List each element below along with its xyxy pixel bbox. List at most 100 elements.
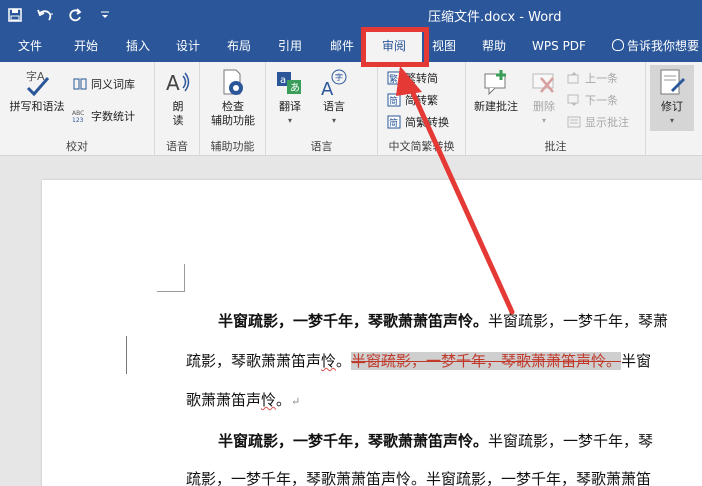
language-dropdown-icon: ▾	[331, 116, 336, 125]
previous-comment-button[interactable]: 上一条	[566, 70, 618, 86]
track-changes-label: 修订	[661, 100, 683, 113]
check-accessibility-button[interactable]: 检查 辅助功能	[203, 68, 263, 128]
ribbon-review: 字A 拼写和语法 同义词库 ABC 123 字数统计 校对 A 朗 读 语音 检…	[0, 62, 702, 156]
svg-text:简: 简	[389, 95, 398, 107]
group-label-accessibility: 辅助功能	[210, 140, 255, 153]
chinese-conversion-button[interactable]: 简 简繁转换	[386, 114, 449, 130]
paragraph-mark-icon: ↵	[291, 395, 301, 408]
tab-file[interactable]: 文件	[8, 30, 52, 62]
tab-mailings[interactable]: 邮件	[318, 30, 366, 62]
group-accessibility: 检查 辅助功能 辅助功能	[200, 62, 266, 156]
to-traditional-label: 简转繁	[405, 94, 438, 107]
new-comment-button[interactable]: 新建批注	[468, 68, 524, 114]
read-aloud-label-2: 读	[172, 114, 184, 127]
tab-home[interactable]: 开始	[62, 30, 110, 62]
show-comments-button[interactable]: 显示批注	[566, 114, 629, 130]
new-comment-icon	[481, 68, 511, 98]
group-speech: A 朗 读 语音	[155, 62, 200, 156]
track-changes-button[interactable]: 修订 ▾	[650, 65, 694, 131]
normal-text: 疏影，琴歌萧萧笛声	[186, 352, 322, 370]
normal-text: 半窗	[621, 352, 652, 370]
read-aloud-button[interactable]: A 朗 读	[159, 68, 197, 128]
text-line-4[interactable]: 半窗疏影，一梦千年，琴歌萧萧笛声怜。半窗疏影，一梦千年，琴	[218, 430, 653, 451]
traditional-to-simplified-button[interactable]: 繁 繁转简	[386, 70, 438, 86]
tab-wps-pdf[interactable]: WPS PDF	[524, 30, 594, 62]
normal-text: 歌萧萧笛声	[186, 391, 262, 409]
svg-text:a: a	[280, 75, 286, 86]
svg-text:ABC: ABC	[72, 110, 84, 117]
svg-text:字: 字	[335, 72, 343, 82]
simplified-to-traditional-button[interactable]: 简 简转繁	[386, 92, 438, 108]
language-icon: 字A	[319, 68, 349, 98]
word-count-icon: ABC 123	[72, 109, 88, 123]
tell-me-text: 告诉我你想要	[627, 39, 700, 53]
check-label-2: 辅助功能	[211, 114, 255, 127]
redo-icon[interactable]	[60, 0, 90, 30]
read-aloud-icon: A	[163, 68, 193, 98]
word-count-button[interactable]: ABC 123 字数统计	[72, 108, 135, 124]
save-icon[interactable]	[0, 0, 30, 30]
misspelled-text: 怜	[321, 352, 337, 370]
spelling-label: 拼写和语法	[9, 100, 65, 113]
normal-text: 半窗疏影，一梦千年，琴萧	[488, 312, 669, 330]
group-comments: 新建批注 删除 ▾ 上一条 下一条 显示批注 批注	[466, 62, 646, 156]
language-button[interactable]: 字A 语言 ▾	[314, 68, 354, 128]
normal-text: 半窗疏影，一梦千年，琴	[488, 432, 654, 450]
next-icon	[566, 93, 582, 107]
ribbon-tabs: 文件 开始 插入 设计 布局 引用 邮件 审阅 视图 帮助 WPS PDF 告诉…	[0, 30, 702, 62]
svg-text:A: A	[321, 79, 334, 98]
spelling-check-icon: 字A	[22, 68, 52, 98]
previous-label: 上一条	[585, 72, 618, 85]
tab-layout[interactable]: 布局	[215, 30, 263, 62]
to-simplified-label: 繁转简	[405, 72, 438, 85]
group-label-chinese-conversion: 中文简繁转换	[388, 140, 455, 153]
bold-text: 半窗疏影，一梦千年，琴歌萧萧笛声怜。	[218, 312, 489, 330]
customize-icon[interactable]	[90, 0, 120, 30]
window-title: 压缩文件.docx - Word	[428, 10, 562, 25]
normal-text: 疏影，一梦千年，琴歌萧萧笛声怜。半窗疏影，一梦千年，琴歌萧萧笛	[186, 470, 652, 486]
normal-text: 。	[336, 352, 352, 370]
tab-view[interactable]: 视图	[420, 30, 468, 62]
previous-icon	[566, 71, 582, 85]
tab-references[interactable]: 引用	[266, 30, 314, 62]
text-line-5[interactable]: 疏影，一梦千年，琴歌萧萧笛声怜。半窗疏影，一梦千年，琴歌萧萧笛	[186, 468, 651, 486]
read-aloud-label-1: 朗	[172, 100, 184, 113]
title-bar: 压缩文件.docx - Word	[0, 0, 702, 30]
translate-icon: aあ	[275, 68, 305, 98]
delete-comment-button[interactable]: 删除 ▾	[524, 68, 564, 128]
check-label-1: 检查	[222, 100, 244, 113]
tell-me-box[interactable]: 告诉我你想要	[612, 30, 699, 62]
svg-text:字A: 字A	[26, 69, 45, 83]
translate-button[interactable]: aあ 翻译 ▾	[270, 68, 310, 128]
svg-text:简: 简	[389, 117, 398, 129]
margin-corner-mark	[157, 264, 185, 292]
delete-label: 删除	[533, 100, 555, 113]
normal-text: 。	[276, 391, 292, 409]
translate-dropdown-icon: ▾	[287, 116, 292, 125]
group-language: aあ 翻译 ▾ 字A 语言 ▾ 语言	[266, 62, 378, 156]
svg-text:あ: あ	[290, 82, 300, 94]
language-label: 语言	[323, 100, 345, 113]
tab-help[interactable]: 帮助	[470, 30, 518, 62]
show-comments-label: 显示批注	[585, 116, 629, 129]
text-line-2[interactable]: 疏影，琴歌萧萧笛声怜。半窗疏影，一梦千年，琴歌萧萧笛声怜。半窗	[186, 350, 651, 371]
delete-comment-icon	[529, 68, 559, 98]
conversion-icon: 简	[386, 115, 402, 129]
spelling-grammar-button[interactable]: 字A 拼写和语法	[4, 68, 70, 114]
deleted-text: 半窗疏影，一梦千年，琴歌萧萧笛声怜。	[351, 352, 622, 370]
text-line-1[interactable]: 半窗疏影，一梦千年，琴歌萧萧笛声怜。半窗疏影，一梦千年，琴萧	[218, 310, 668, 331]
word-count-label: 字数统计	[91, 110, 135, 123]
tab-insert[interactable]: 插入	[114, 30, 162, 62]
next-comment-button[interactable]: 下一条	[566, 92, 618, 108]
tab-review[interactable]: 审阅	[366, 30, 422, 62]
thesaurus-button[interactable]: 同义词库	[72, 76, 135, 92]
undo-icon[interactable]	[30, 0, 60, 30]
conversion-label: 简繁转换	[405, 116, 449, 129]
bold-text: 半窗疏影，一梦千年，琴歌萧萧笛声怜。	[218, 432, 489, 450]
change-bar	[126, 336, 127, 374]
quick-access-toolbar	[0, 0, 120, 30]
group-label-proofing: 校对	[66, 140, 88, 153]
svg-text:123: 123	[72, 117, 84, 123]
text-line-3[interactable]: 歌萧萧笛声怜。↵	[186, 389, 300, 410]
tab-design[interactable]: 设计	[164, 30, 212, 62]
